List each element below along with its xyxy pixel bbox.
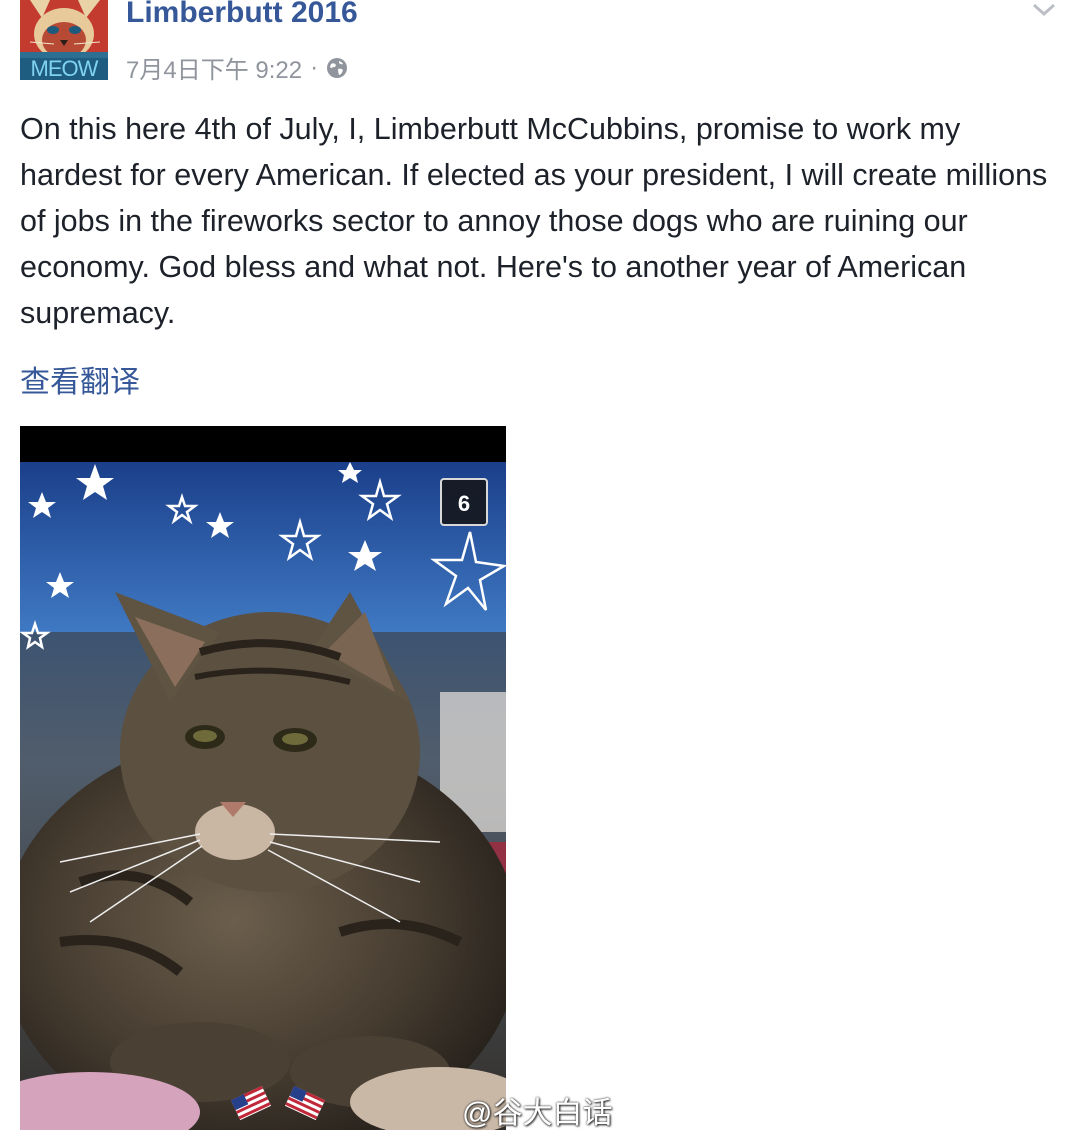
photo-top-bar [20, 426, 506, 462]
facebook-post: MEOW Limberbutt 2016 7月4日下午 9:22 · On th… [0, 0, 1074, 1130]
post-photo[interactable]: 6 [20, 426, 506, 1130]
photo-count-badge[interactable]: 6 [440, 478, 488, 526]
cat-photo [20, 462, 506, 1130]
watermark-text: @谷大白话 [462, 1097, 613, 1130]
profile-avatar[interactable]: MEOW [20, 0, 108, 80]
post-meta: 7月4日下午 9:22 · [126, 50, 348, 85]
post-timestamp[interactable]: 7月4日下午 9:22 [126, 50, 302, 85]
author-name-link[interactable]: Limberbutt 2016 [126, 0, 358, 30]
avatar-caption: MEOW [20, 58, 108, 80]
chevron-down-icon[interactable] [1030, 0, 1058, 20]
globe-icon[interactable] [326, 57, 348, 79]
post-body-text: On this here 4th of July, I, Limberbutt … [20, 112, 1048, 330]
see-translation-link[interactable]: 查看翻译 [20, 357, 140, 401]
meta-separator: · [310, 53, 319, 81]
